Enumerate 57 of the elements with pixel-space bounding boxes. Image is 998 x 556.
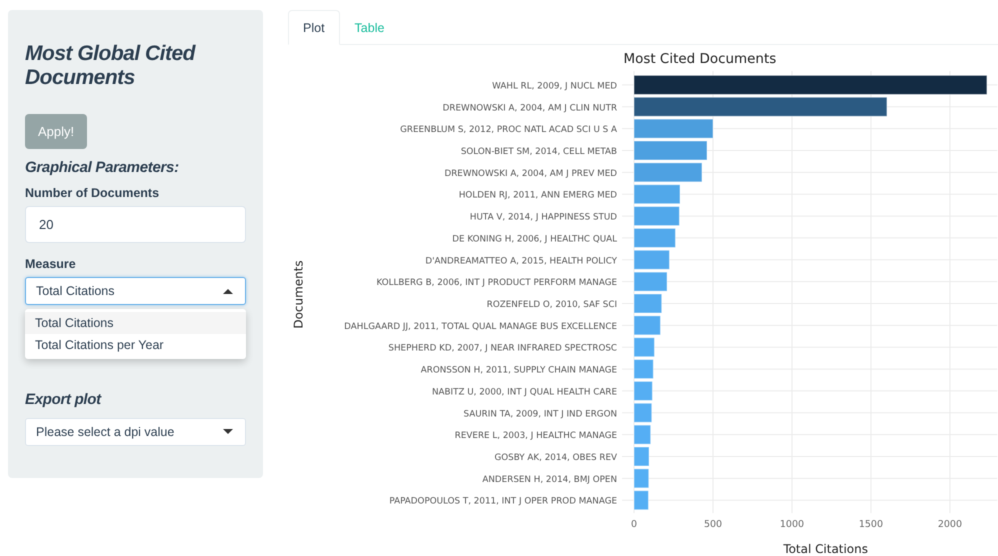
field-label: Measure xyxy=(25,257,76,271)
tick-label: 500 xyxy=(704,519,722,530)
field-label: Number of Documents xyxy=(25,186,160,200)
tick-label: 0 xyxy=(631,519,638,530)
bar xyxy=(634,446,650,466)
category-label: GREENBLUM S, 2012, PROC NATL ACAD SCI U S A xyxy=(400,125,618,136)
caret-icon xyxy=(223,288,233,294)
tick-label: 2000 xyxy=(938,519,962,530)
chart-title: Most Cited Documents xyxy=(624,50,776,67)
section-title: Export plot xyxy=(25,391,101,408)
bar xyxy=(634,380,653,401)
category-label: WAHL RL, 2009, J NUCL MED xyxy=(492,81,618,92)
section-title: Graphical Parameters: xyxy=(25,159,179,176)
bar xyxy=(634,250,670,270)
category-label: KOLLBERG B, 2006, INT J PRODUCT PERFORM MANAGE xyxy=(376,278,618,288)
category-label: HOLDEN RJ, 2011, ANN EMERG MED xyxy=(458,190,618,201)
bar xyxy=(634,272,668,292)
bar xyxy=(634,162,702,182)
measure-select[interactable]: Total Citations xyxy=(25,277,246,305)
category-label: NABITZ U, 2000, INT J QUAL HEALTH CARE xyxy=(432,387,618,398)
category-label: REVERE L, 2003, J HEALTHC MANAGE xyxy=(454,431,618,442)
category-label: GOSBY AK, 2014, OBES REV xyxy=(494,453,618,463)
sidebar-title: Most Global Cited Documents xyxy=(25,42,197,90)
bar xyxy=(634,294,662,314)
bar xyxy=(634,402,652,423)
category-label: D'ANDREAMATTEO A, 2015, HEALTH POLICY xyxy=(425,256,618,266)
category-label: ARONSSON H, 2011, SUPPLY CHAIN MANAGE xyxy=(420,366,618,376)
category-label: DREWNOWSKI A, 2004, AM J PREV MED xyxy=(444,168,618,179)
category-label: SOLON-BIET SM, 2014, CELL METAB xyxy=(460,146,618,157)
category-label: DAHLGAARD JJ, 2011, TOTAL QUAL MANAGE BUS EXCELLENCE xyxy=(344,322,618,332)
category-label: DREWNOWSKI A, 2004, AM J CLIN NUTR xyxy=(442,103,618,114)
tab[interactable]: Plot xyxy=(288,10,340,45)
axis-title: Total Citations xyxy=(783,542,868,556)
dropdown-option[interactable]: Total Citations xyxy=(25,312,246,334)
bar xyxy=(634,315,661,336)
bar xyxy=(634,337,655,358)
dpi-select[interactable]: Please select a dpi value xyxy=(25,418,246,446)
category-label: DE KONING H, 2006, J HEALTHC QUAL xyxy=(452,234,618,244)
caret-icon xyxy=(223,429,233,435)
bar xyxy=(634,468,650,488)
category-label: ANDERSEN H, 2014, BMJ OPEN xyxy=(482,474,618,485)
bar xyxy=(634,228,676,248)
category-label: ROZENFELD O, 2010, SAF SCI xyxy=(486,300,618,310)
tick-label: 1000 xyxy=(780,519,804,530)
dropdown-option[interactable]: Total Citations per Year xyxy=(25,334,246,356)
bar xyxy=(634,424,652,445)
bar xyxy=(634,206,680,226)
category-label: SHEPHERD KD, 2007, J NEAR INFRARED SPECTROSC xyxy=(388,344,618,354)
category-label: PAPADOPOULOS T, 2011, INT J OPER PROD MANAGE xyxy=(389,496,618,507)
number-field[interactable]: 20 xyxy=(25,206,246,243)
tick-label: 1500 xyxy=(858,519,883,530)
bar xyxy=(634,490,649,510)
bar xyxy=(634,359,654,380)
category-label: HUTA V, 2014, J HAPPINESS STUD xyxy=(470,212,618,223)
bar xyxy=(634,184,680,204)
category-label: SAURIN TA, 2009, INT J IND ERGON xyxy=(464,409,618,420)
axis-title: Documents xyxy=(292,260,306,329)
